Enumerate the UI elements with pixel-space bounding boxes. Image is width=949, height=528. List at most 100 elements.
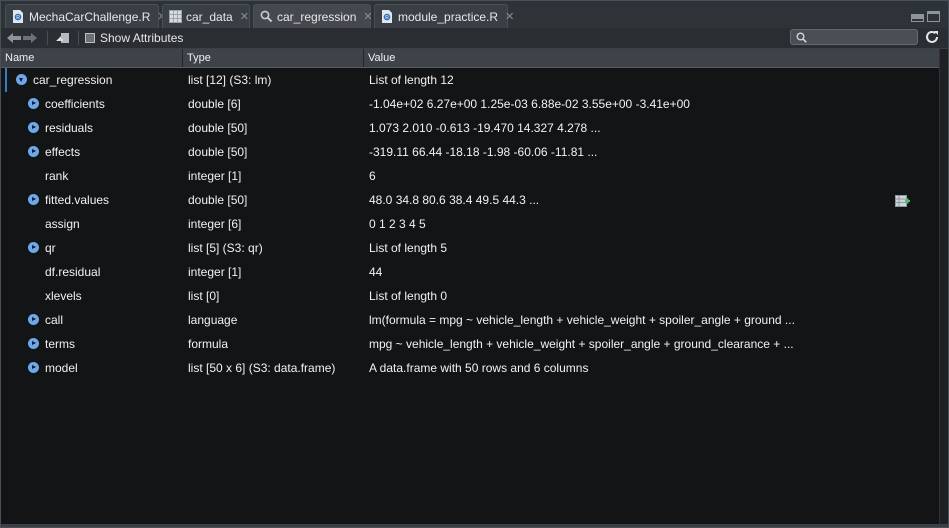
expand-icon[interactable] — [28, 314, 39, 325]
editor-tab-bar: R MechaCarChallenge.R ✕ car_data ✕ car_r… — [1, 1, 948, 29]
tab-label: MechaCarChallenge.R — [29, 9, 151, 24]
row-name: terms — [45, 337, 75, 351]
row-name: fitted.values — [45, 193, 110, 207]
tree-row-call[interactable]: call language lm(formula = mpg ~ vehicle… — [1, 308, 940, 332]
tree-row-assign[interactable]: assign integer [6] 0 1 2 3 4 5 — [1, 212, 940, 236]
tree-row-qr[interactable]: qr list [5] (S3: qr) List of length 5 — [1, 236, 940, 260]
row-value: -319.11 66.44 -18.18 -1.98 -60.06 -11.81… — [369, 145, 598, 159]
minimize-pane-icon[interactable] — [911, 14, 924, 22]
back-arrow-icon[interactable] — [7, 32, 21, 44]
search-icon — [796, 32, 807, 43]
forward-arrow-icon[interactable] — [23, 32, 37, 44]
row-type: list [5] (S3: qr) — [188, 241, 263, 255]
row-name: effects — [45, 145, 81, 159]
toolbar-divider — [78, 31, 79, 45]
row-name: call — [45, 313, 64, 327]
tab-label: module_practice.R — [398, 9, 499, 24]
viewer-toolbar: Show Attributes — [1, 28, 948, 49]
column-header-type[interactable]: Type — [183, 49, 364, 67]
table-grid-icon — [169, 10, 182, 23]
tree-row-terms[interactable]: terms formula mpg ~ vehicle_length + veh… — [1, 332, 940, 356]
expand-icon[interactable] — [28, 242, 39, 253]
row-value: 44 — [369, 265, 383, 279]
column-header-name[interactable]: Name — [1, 49, 183, 67]
expand-icon[interactable] — [28, 122, 39, 133]
svg-text:R: R — [16, 15, 20, 21]
row-name: assign — [45, 217, 80, 231]
tree-row-xlevels[interactable]: xlevels list [0] List of length 0 — [1, 284, 940, 308]
row-type: double [50] — [188, 121, 248, 135]
r-script-icon: R — [12, 10, 24, 23]
row-name: qr — [45, 241, 56, 255]
vertical-scrollbar[interactable] — [939, 49, 948, 525]
row-name: xlevels — [45, 289, 82, 303]
row-type: double [50] — [188, 145, 248, 159]
row-value: List of length 5 — [369, 241, 448, 255]
tree-row-model[interactable]: model list [50 x 6] (S3: data.frame) A d… — [1, 356, 940, 380]
tree-row-fitted-values[interactable]: fitted.values double [50] 48.0 34.8 80.6… — [1, 188, 940, 212]
show-attributes-label: Show Attributes — [100, 31, 184, 45]
row-type: integer [1] — [188, 265, 242, 279]
search-input[interactable] — [790, 29, 918, 45]
row-name: coefficients — [45, 97, 105, 111]
row-type: double [6] — [188, 97, 241, 111]
row-value: lm(formula = mpg ~ vehicle_length + vehi… — [369, 313, 795, 327]
tree-row-coefficients[interactable]: coefficients double [6] -1.04e+02 6.27e+… — [1, 92, 940, 116]
tree-row-rank[interactable]: rank integer [1] 6 — [1, 164, 940, 188]
collapse-icon[interactable] — [16, 74, 27, 85]
tab-label: car_data — [186, 9, 233, 24]
magnifier-icon — [260, 10, 273, 23]
expand-icon[interactable] — [28, 194, 39, 205]
view-data-icon[interactable] — [895, 195, 911, 210]
column-header-value[interactable]: Value — [364, 49, 940, 67]
row-value: 48.0 34.8 80.6 38.4 49.5 44.3 ... — [369, 193, 540, 207]
row-name: df.residual — [45, 265, 101, 279]
row-name: car_regression — [33, 73, 113, 87]
selection-indicator — [5, 68, 7, 92]
row-type: double [50] — [188, 193, 248, 207]
row-value: mpg ~ vehicle_length + vehicle_weight + … — [369, 337, 794, 351]
row-type: list [0] — [188, 289, 220, 303]
tab-car-regression[interactable]: car_regression ✕ — [253, 4, 373, 28]
row-type: list [50 x 6] (S3: data.frame) — [188, 361, 336, 375]
data-viewer-window: R MechaCarChallenge.R ✕ car_data ✕ car_r… — [0, 0, 949, 528]
column-header: Name Type Value — [1, 49, 940, 68]
row-value: 1.073 2.010 -0.613 -19.470 14.327 4.278 … — [369, 121, 601, 135]
tab-car-data[interactable]: car_data ✕ — [162, 4, 250, 28]
row-value: List of length 0 — [369, 289, 448, 303]
row-type: list [12] (S3: lm) — [188, 73, 272, 87]
row-value: 0 1 2 3 4 5 — [369, 217, 426, 231]
row-value: A data.frame with 50 rows and 6 columns — [369, 361, 589, 375]
row-type: formula — [188, 337, 229, 351]
tree-row-effects[interactable]: effects double [50] -319.11 66.44 -18.18… — [1, 140, 940, 164]
svg-text:R: R — [385, 15, 389, 21]
close-icon[interactable]: ✕ — [240, 10, 249, 23]
row-value: 6 — [369, 169, 376, 183]
close-icon[interactable]: ✕ — [505, 10, 514, 23]
expand-icon[interactable] — [28, 362, 39, 373]
row-name: residuals — [45, 121, 94, 135]
tree-row-car-regression[interactable]: car_regression list [12] (S3: lm) List o… — [1, 68, 940, 92]
row-name: rank — [45, 169, 69, 183]
toolbar-divider — [47, 31, 48, 45]
tree-row-df-residual[interactable]: df.residual integer [1] 44 — [1, 260, 940, 284]
pane-window-controls — [911, 11, 940, 22]
close-icon[interactable]: ✕ — [363, 10, 372, 23]
maximize-pane-icon[interactable] — [927, 11, 940, 22]
r-script-icon: R — [381, 10, 393, 23]
refresh-icon[interactable] — [924, 29, 940, 48]
row-type: integer [6] — [188, 217, 242, 231]
tab-label: car_regression — [277, 9, 357, 24]
tab-mechacarchallenge[interactable]: R MechaCarChallenge.R ✕ — [5, 4, 167, 28]
bottom-border — [1, 524, 948, 527]
row-value: -1.04e+02 6.27e+00 1.25e-03 6.88e-02 3.5… — [369, 97, 690, 111]
tree-row-residuals[interactable]: residuals double [50] 1.073 2.010 -0.613… — [1, 116, 940, 140]
expand-icon[interactable] — [28, 338, 39, 349]
row-type: integer [1] — [188, 169, 242, 183]
tab-module-practice[interactable]: R module_practice.R ✕ — [374, 4, 514, 28]
expand-icon[interactable] — [28, 98, 39, 109]
expand-icon[interactable] — [28, 146, 39, 157]
show-attributes-checkbox[interactable] — [85, 33, 95, 43]
open-in-source-icon[interactable] — [56, 32, 70, 44]
row-name: model — [45, 361, 78, 375]
